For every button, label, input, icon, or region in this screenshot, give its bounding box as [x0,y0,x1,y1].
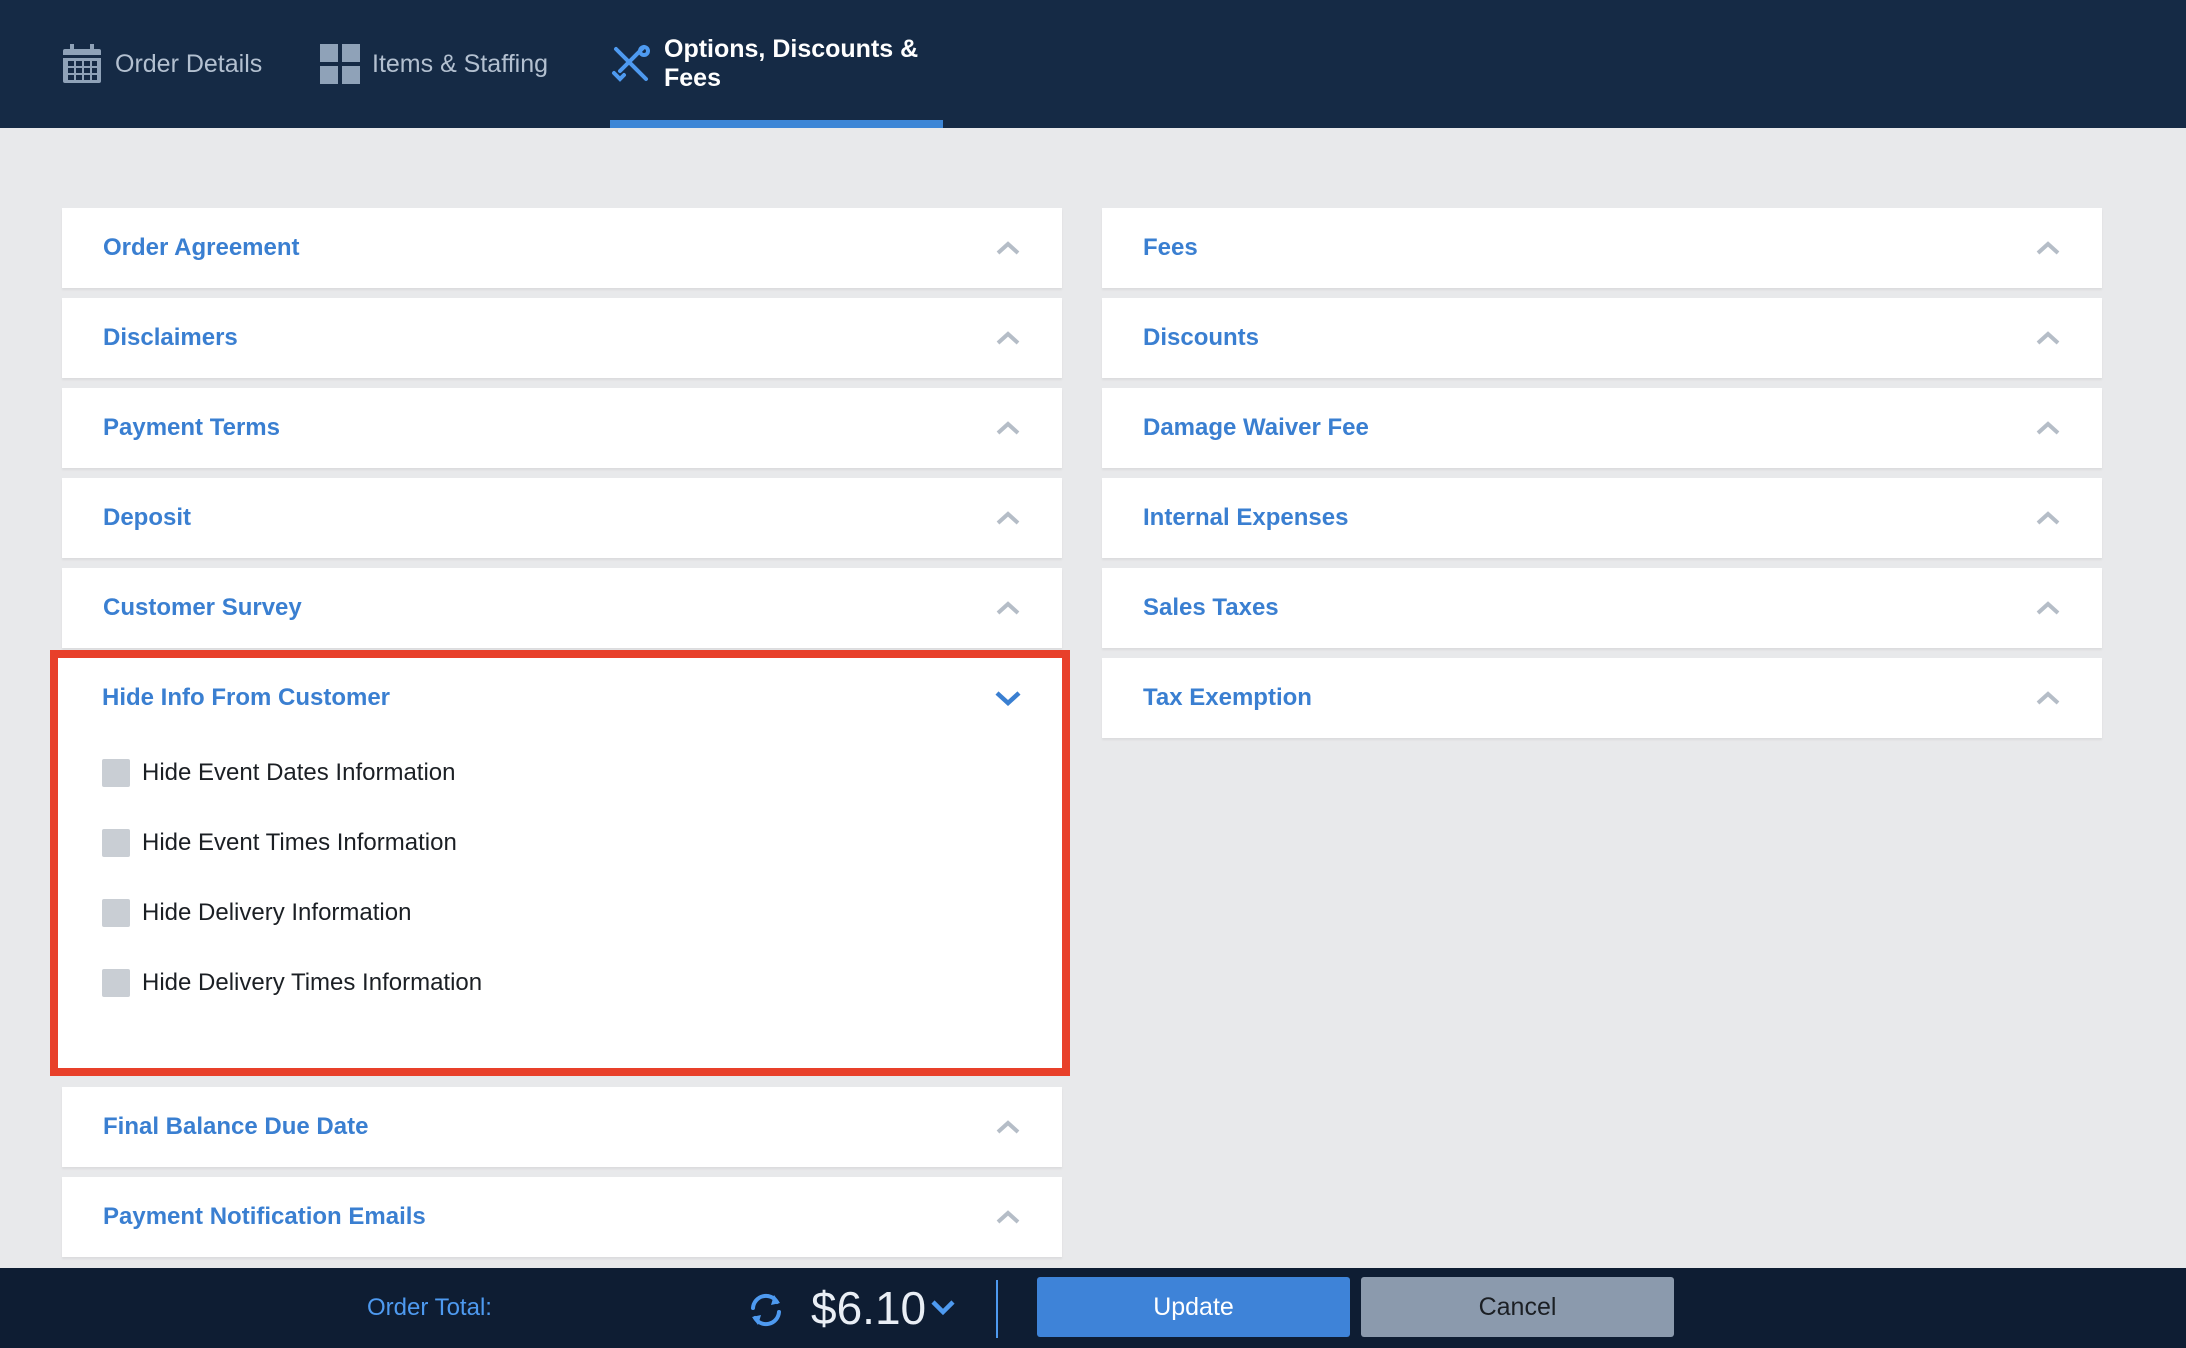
option-label: Hide Delivery Times Information [142,969,483,996]
panel-header-deposit[interactable]: Deposit [62,478,1062,558]
panel-header-hide-info[interactable]: Hide Info From Customer [58,658,1062,738]
checkbox[interactable] [102,829,130,857]
panel-order-agreement: Order Agreement [62,208,1062,288]
chevron-down-icon[interactable] [930,1298,956,1318]
checkbox[interactable] [102,969,130,997]
panel-title: Internal Expenses [1143,504,1349,531]
panel-title: Hide Info From Customer [102,684,391,711]
panel-discounts: Discounts [1102,298,2102,378]
panel-customer-survey: Customer Survey [62,568,1062,648]
panel-internal-expenses: Internal Expenses [1102,478,2102,558]
tab-label: Order Details [115,49,263,78]
option-hide-delivery[interactable]: Hide Delivery Information [58,878,1062,948]
chevron-up-icon [995,239,1021,257]
chevron-up-icon [2035,329,2061,347]
panel-header-damage-waiver[interactable]: Damage Waiver Fee [1102,388,2102,468]
panel-fees: Fees [1102,208,2102,288]
panel-header-fees[interactable]: Fees [1102,208,2102,288]
panel-title: Payment Notification Emails [103,1203,426,1230]
tab-options-discounts-fees[interactable]: Options, Discounts & Fees [610,0,943,128]
panel-title: Deposit [103,504,192,531]
panel-title: Payment Terms [103,414,280,441]
panel-title: Fees [1143,234,1198,261]
chevron-up-icon [2035,239,2061,257]
panel-title: Tax Exemption [1143,684,1312,711]
chevron-up-icon [995,599,1021,617]
panel-header-order-agreement[interactable]: Order Agreement [62,208,1062,288]
panel-header-final-balance[interactable]: Final Balance Due Date [62,1087,1062,1167]
option-hide-event-times[interactable]: Hide Event Times Information [58,808,1062,878]
option-hide-event-dates[interactable]: Hide Event Dates Information [58,738,1062,808]
checkbox[interactable] [102,759,130,787]
chevron-up-icon [995,509,1021,527]
panel-title: Final Balance Due Date [103,1113,369,1140]
panel-header-internal-expenses[interactable]: Internal Expenses [1102,478,2102,558]
chevron-up-icon [995,419,1021,437]
footer-bar: Order Total: $6.10 Update Cancel [0,1268,2186,1348]
panel-header-discounts[interactable]: Discounts [1102,298,2102,378]
panel-title: Sales Taxes [1143,594,1279,621]
chevron-up-icon [995,329,1021,347]
panel-payment-notification-emails: Payment Notification Emails [62,1177,1062,1257]
panel-header-payment-emails[interactable]: Payment Notification Emails [62,1177,1062,1257]
calendar-icon [61,43,103,85]
panel-tax-exemption: Tax Exemption [1102,658,2102,738]
panel-damage-waiver-fee: Damage Waiver Fee [1102,388,2102,468]
top-navigation: Order Details Items & Staffing Options, … [0,0,2186,128]
chevron-up-icon [2035,509,2061,527]
chevron-up-icon [2035,419,2061,437]
panel-payment-terms: Payment Terms [62,388,1062,468]
panel-header-sales-taxes[interactable]: Sales Taxes [1102,568,2102,648]
chevron-up-icon [2035,689,2061,707]
active-tab-indicator [610,120,943,128]
panel-deposit: Deposit [62,478,1062,558]
chevron-up-icon [995,1208,1021,1226]
panel-title: Disclaimers [103,324,238,351]
panel-header-disclaimers[interactable]: Disclaimers [62,298,1062,378]
cancel-button[interactable]: Cancel [1361,1277,1674,1337]
option-label: Hide Delivery Information [142,899,412,926]
order-total-amount: $6.10 [811,1282,927,1334]
panel-header-customer-survey[interactable]: Customer Survey [62,568,1062,648]
chevron-up-icon [2035,599,2061,617]
option-hide-delivery-times[interactable]: Hide Delivery Times Information [58,948,1062,1018]
panel-header-tax-exemption[interactable]: Tax Exemption [1102,658,2102,738]
panel-hide-info-from-customer: Hide Info From Customer Hide Event Dates… [50,650,1070,1076]
grid-icon [320,44,360,84]
refresh-icon[interactable] [746,1290,786,1330]
panel-title: Damage Waiver Fee [1143,414,1369,441]
footer-divider [996,1280,998,1338]
panel-sales-taxes: Sales Taxes [1102,568,2102,648]
panel-header-payment-terms[interactable]: Payment Terms [62,388,1062,468]
order-total-label: Order Total: [367,1294,492,1321]
tab-label: Items & Staffing [372,49,549,78]
panel-final-balance-due-date: Final Balance Due Date [62,1087,1062,1167]
option-label: Hide Event Times Information [142,829,457,856]
chevron-down-icon [995,689,1021,707]
tab-label: Options, Discounts & Fees [664,35,919,92]
tab-items-staffing[interactable]: Items & Staffing [320,0,548,128]
tab-order-details[interactable]: Order Details [61,0,262,128]
update-button[interactable]: Update [1037,1277,1350,1337]
panel-title: Discounts [1143,324,1260,351]
panel-title: Order Agreement [103,234,300,261]
option-label: Hide Event Dates Information [142,759,456,786]
panel-disclaimers: Disclaimers [62,298,1062,378]
panel-title: Customer Survey [103,594,302,621]
checkbox[interactable] [102,899,130,927]
chevron-up-icon [995,1118,1021,1136]
tools-icon [610,43,652,85]
